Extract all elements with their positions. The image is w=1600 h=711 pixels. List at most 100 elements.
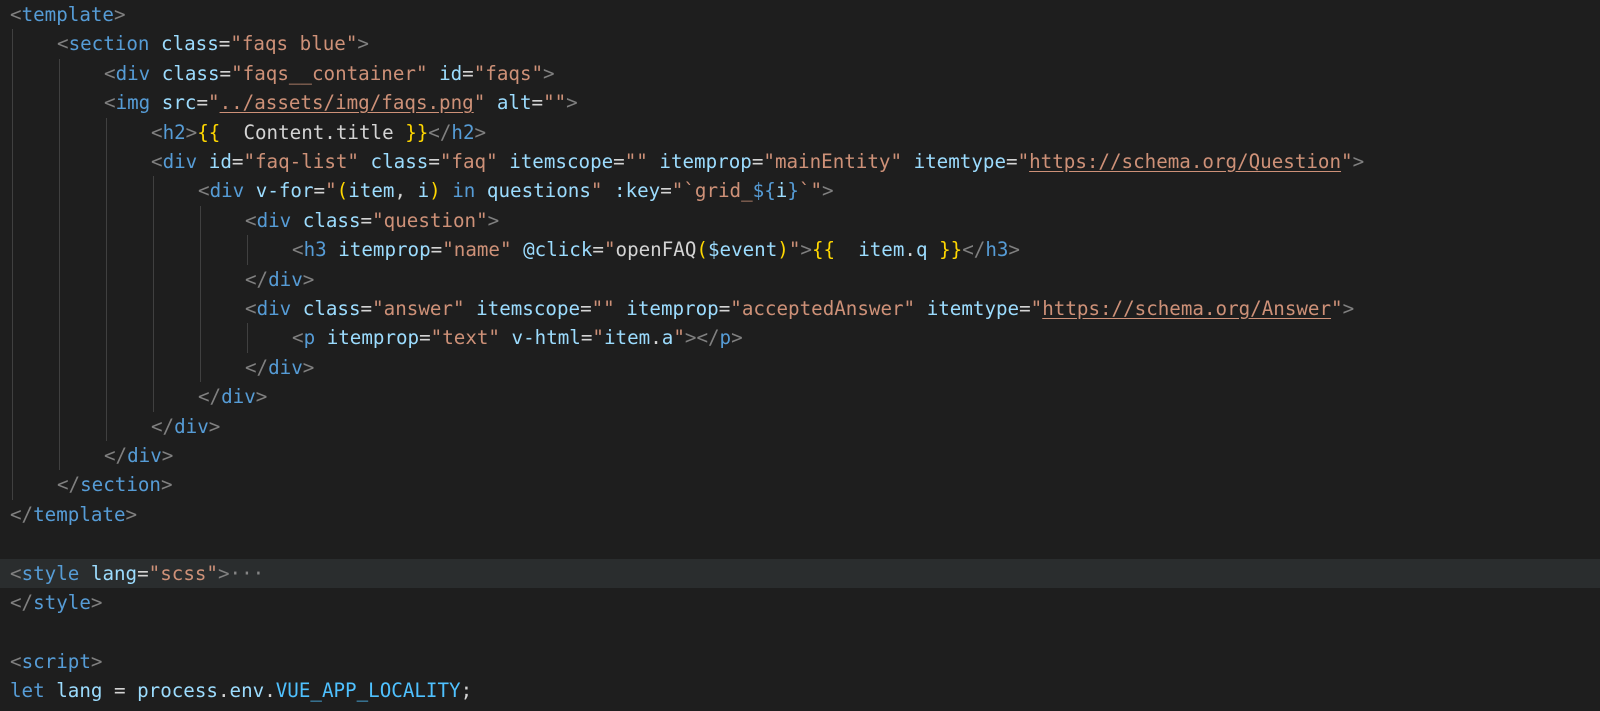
code-line[interactable]: </template> xyxy=(0,500,1600,529)
code-token: lang xyxy=(56,679,103,703)
code-token: " xyxy=(1030,297,1043,320)
code-line[interactable]: <section class="faqs blue"> xyxy=(0,29,1600,58)
code-token: div xyxy=(209,179,245,203)
code-line[interactable]: </section> xyxy=(0,470,1600,499)
code-token: `" xyxy=(798,179,823,203)
code-token: < xyxy=(292,238,304,262)
code-token: "" xyxy=(624,150,648,173)
code-token: > xyxy=(160,473,173,497)
code-token: "answer" xyxy=(372,297,465,320)
code-token: . xyxy=(650,326,662,350)
code-token: = xyxy=(580,297,592,320)
code-token: id xyxy=(208,150,232,173)
code-token: = xyxy=(1019,297,1031,320)
code-token: > xyxy=(822,179,834,203)
code-token: = xyxy=(360,208,373,232)
code-token: } xyxy=(787,179,799,203)
code-line[interactable] xyxy=(0,529,1600,558)
code-line[interactable]: let lang = process.env.VUE_APP_LOCALITY; xyxy=(0,676,1600,705)
code-token: ) xyxy=(777,238,789,262)
code-token: " xyxy=(788,238,801,262)
code-token: " xyxy=(673,326,685,350)
code-token: ; xyxy=(460,679,473,703)
code-token: = xyxy=(592,238,604,262)
code-token: </ xyxy=(57,473,81,497)
code-line[interactable]: <div class="faqs__container" id="faqs"> xyxy=(0,59,1600,88)
code-line[interactable]: <div v-for="(item, i) in questions" :key… xyxy=(0,176,1600,205)
code-line[interactable]: <h3 itemprop="name" @click="openFAQ($eve… xyxy=(0,235,1600,264)
code-line[interactable]: <div id="faq-list" class="faq" itemscope… xyxy=(0,147,1600,176)
code-token: ></ xyxy=(684,326,720,350)
code-token: class xyxy=(370,150,429,173)
code-token: env xyxy=(229,679,265,703)
code-token: itemprop xyxy=(338,238,431,262)
code-line[interactable]: <template> xyxy=(0,0,1600,29)
code-token: "" xyxy=(543,91,567,115)
code-token: = xyxy=(428,150,440,173)
code-token: < xyxy=(10,649,22,673)
code-line[interactable]: <p itemprop="text" v-html="item.a"></p> xyxy=(0,323,1600,352)
code-line[interactable]: </div> xyxy=(0,412,1600,441)
code-token: = xyxy=(718,297,731,320)
code-token: > xyxy=(474,120,487,144)
code-line[interactable]: </div> xyxy=(0,441,1600,470)
code-line[interactable] xyxy=(0,617,1600,646)
code-line[interactable]: <img src="../assets/img/faqs.png" alt=""… xyxy=(0,88,1600,117)
code-line[interactable]: </div> xyxy=(0,353,1600,382)
code-token: </ xyxy=(428,120,452,144)
code-token: section xyxy=(68,32,150,56)
code-token: > xyxy=(125,502,138,526)
code-token: div xyxy=(256,208,292,232)
code-token: "faqs__container" xyxy=(231,61,428,85)
code-token: itemscope xyxy=(476,297,581,320)
code-token: }} xyxy=(939,238,963,262)
code-token: itemprop xyxy=(326,326,420,350)
code-token: itemscope xyxy=(509,150,614,173)
code-token: "mainEntity" xyxy=(763,150,903,173)
code-line[interactable]: <div class="question"> xyxy=(0,206,1600,235)
code-token: div xyxy=(221,385,256,409)
fold-ellipsis-icon[interactable]: ··· xyxy=(230,562,265,585)
code-token: template xyxy=(33,502,126,526)
code-line[interactable]: </div> xyxy=(0,382,1600,411)
code-token: class xyxy=(161,32,219,56)
code-token: < xyxy=(151,120,163,144)
code-token: </ xyxy=(245,355,269,379)
code-token: template xyxy=(21,3,114,26)
code-token: h2 xyxy=(451,120,475,144)
code-line[interactable]: <div class="answer" itemscope="" itempro… xyxy=(0,294,1600,323)
code-line[interactable]: <style lang="scss">··· xyxy=(0,558,1600,588)
code-token: q xyxy=(915,238,928,262)
code-token: = xyxy=(419,326,431,350)
code-token: openFAQ xyxy=(615,238,697,262)
code-token: div xyxy=(268,267,303,291)
code-line[interactable]: </style> xyxy=(0,588,1600,617)
code-editor[interactable]: <template> <section class="faqs blue"> <di… xyxy=(0,0,1600,711)
code-token: ( xyxy=(696,238,708,262)
code-token: > xyxy=(731,326,743,350)
code-token: > xyxy=(90,591,103,614)
code-token: "name" xyxy=(442,238,512,262)
code-token: < xyxy=(151,150,163,173)
code-token: "faqs" xyxy=(473,61,544,85)
code-token: > xyxy=(543,61,555,85)
code-token: id xyxy=(439,61,463,85)
code-token: lang xyxy=(90,561,138,585)
code-line[interactable]: <h2>{{ Content.title }}</h2> xyxy=(0,118,1600,147)
code-token: , xyxy=(394,179,418,203)
code-token: style xyxy=(21,561,80,585)
code-token: </ xyxy=(245,267,269,291)
code-line[interactable]: </div> xyxy=(0,265,1600,294)
code-token: " xyxy=(1341,150,1353,173)
code-token: . xyxy=(264,679,276,703)
code-line[interactable]: <script> xyxy=(0,647,1600,676)
code-token: }} xyxy=(405,120,429,144)
